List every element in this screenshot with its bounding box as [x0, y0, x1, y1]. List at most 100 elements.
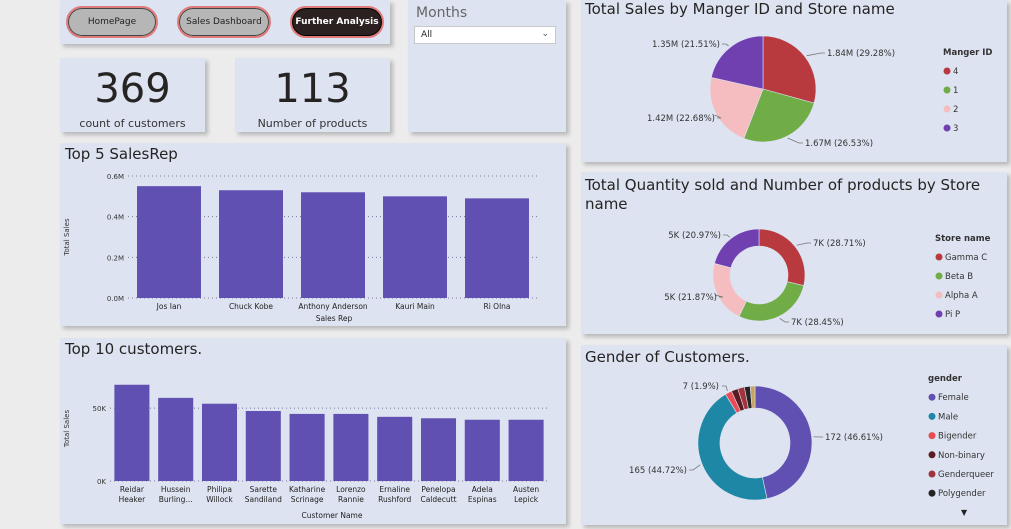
gender-donut-legend-label: Bigender	[938, 432, 977, 442]
nav-panel: HomePage Sales Dashboard Further Analysi…	[60, 0, 390, 44]
gender-donut-chart: 172 (46.61%) 165 (44.72%) 7 (1.9%) gender Fe…	[629, 374, 994, 501]
top10-category-label: Caldecutt	[420, 495, 456, 504]
top10-bar	[333, 413, 369, 481]
manager-pie-panel: Total Sales by Manger ID and Store name …	[581, 0, 1007, 162]
store-donut-legend-title: Store name	[935, 234, 991, 244]
top5-bar	[383, 196, 447, 298]
store-donut-data-label: 7K (28.71%)	[813, 239, 866, 249]
gender-donut-slice	[697, 393, 768, 501]
store-donut-slice	[758, 228, 806, 286]
gender-donut-legend-marker	[928, 489, 936, 497]
top10-category-label: Rannie	[338, 495, 364, 504]
gender-donut-panel: Gender of Customers. 172 (46.61%) 165 (44…	[581, 345, 1007, 525]
top10-bar	[508, 419, 544, 481]
homepage-button[interactable]: HomePage	[66, 6, 158, 38]
top10-ylabel: Total Sales	[63, 410, 71, 449]
top10-category-label: Hussein	[161, 485, 191, 494]
gender-donut-data-label: 165 (44.72%)	[629, 466, 687, 476]
top5-ytick-label: 0.2M	[107, 254, 124, 262]
sales-dashboard-button[interactable]: Sales Dashboard	[177, 6, 271, 38]
manager-pie-data-label: 1.35M (21.51%)	[652, 40, 720, 50]
months-slicer-panel: Months All ⌄	[408, 0, 566, 132]
kpi-customers-value: 369	[94, 66, 171, 112]
months-dropdown-value: All	[421, 30, 433, 40]
manager-pie-legend-label: 2	[953, 105, 958, 115]
gender-donut-legend-title: gender	[928, 374, 963, 384]
top10-category-label: Sarette	[250, 485, 278, 494]
top10-category-label: Penelopa	[421, 485, 455, 494]
store-donut-leader-line	[779, 318, 789, 323]
top10-bar	[464, 419, 500, 481]
top10-bar	[201, 403, 238, 481]
store-donut-slice	[738, 281, 805, 322]
store-donut-leader-line	[796, 242, 811, 246]
chevron-down-icon: ⌄	[541, 29, 549, 39]
store-donut-data-label: 5K (20.97%)	[668, 231, 721, 241]
store-donut-data-label: 7K (28.45%)	[791, 318, 844, 328]
top5-bar	[301, 192, 365, 298]
manager-pie-legend-label: 4	[953, 67, 958, 77]
months-slicer-title: Months	[416, 5, 468, 21]
kpi-card-customers: 369 count of customers	[60, 58, 205, 132]
manager-pie-data-label: 1.67M (26.53%)	[805, 139, 873, 149]
top10-bar	[289, 413, 325, 481]
top10-category-label: Philipa	[207, 485, 232, 494]
gender-donut-legend-marker	[928, 451, 936, 459]
manager-pie-legend-marker	[943, 105, 951, 113]
store-donut-legend-label: Pi P	[945, 310, 960, 320]
gender-donut-legend-label: Female	[938, 393, 969, 403]
legend-scroll-down-icon[interactable]: ▼	[961, 508, 967, 517]
top5-ytick-label: 0.4M	[107, 214, 124, 222]
gender-donut-legend-marker	[928, 412, 936, 420]
top10-category-label: Ernaline	[379, 485, 410, 494]
store-donut-data-label: 5K (21.87%)	[664, 293, 717, 303]
top10-category-label: Sandiland	[245, 495, 282, 504]
top10-bar	[158, 397, 194, 481]
gender-donut-legend-label: Genderqueer	[938, 470, 994, 480]
manager-pie-data-label: 1.84M (29.28%)	[827, 49, 895, 59]
top5-category-label: Kauri Main	[395, 302, 435, 311]
store-donut-legend-label: Alpha A	[945, 291, 978, 301]
top10-category-label: Lepick	[514, 495, 539, 504]
top10-bar	[377, 416, 413, 481]
kpi-products-label: Number of products	[257, 117, 368, 130]
manager-pie-leader-line	[722, 43, 729, 47]
top10-category-label: Austen	[513, 485, 539, 494]
store-donut-chart: 7K (28.71%) 7K (28.45%) 5K (21.87%) 5K (20.…	[664, 228, 991, 328]
store-donut-legend-marker	[935, 272, 943, 280]
gender-donut-leader-line	[722, 385, 728, 391]
top10-category-label: Burling...	[159, 495, 193, 504]
further-analysis-button[interactable]: Further Analysis	[290, 6, 384, 38]
top10-category-label: Heaker	[119, 495, 147, 504]
gender-donut-data-label: 7 (1.9%)	[683, 382, 719, 392]
store-donut-legend-marker	[935, 291, 943, 299]
top10-ytick-label: 50K	[93, 405, 107, 413]
kpi-products-value: 113	[274, 66, 351, 112]
gender-donut-data-label: 172 (46.61%)	[825, 433, 883, 443]
top5-salesrep-panel: Top 5 SalesRep 0.0M 0.2M 0.4M 0.6M Total Sal…	[60, 143, 566, 326]
top5-bar	[137, 186, 201, 298]
gender-donut-legend-label: Polygender	[938, 489, 986, 499]
gender-donut-legend-marker	[928, 470, 936, 478]
top10-bar	[114, 384, 150, 481]
top5-category-label: Ri Olna	[483, 302, 510, 311]
top5-category-label: Jos Ian	[156, 302, 182, 311]
kpi-customers-label: count of customers	[79, 117, 186, 130]
top10-bar-chart: 0K 50K Total Sales ReidarHeaker HusseinBurli…	[63, 384, 548, 520]
store-donut-legend-marker	[935, 310, 943, 318]
top10-category-label: Katharine	[289, 485, 326, 494]
top10-category-label: Adela	[472, 485, 493, 494]
manager-pie-legend-label: 1	[953, 86, 958, 96]
top10-category-label: Rushford	[378, 495, 411, 504]
top10-category-label: Espinas	[468, 495, 497, 504]
store-donut-legend-label: Beta B	[945, 272, 973, 282]
months-dropdown[interactable]: All ⌄	[414, 26, 556, 44]
manager-pie-legend-marker	[943, 86, 951, 94]
top10-bar	[245, 411, 281, 481]
manager-pie-leader-line	[806, 52, 825, 57]
store-donut-leader-line	[723, 234, 730, 238]
top10-category-label: Reidar	[120, 485, 145, 494]
top5-ylabel: Total Sales	[63, 218, 71, 257]
manager-pie-legend-label: 3	[953, 124, 958, 134]
top5-bar	[465, 198, 529, 298]
